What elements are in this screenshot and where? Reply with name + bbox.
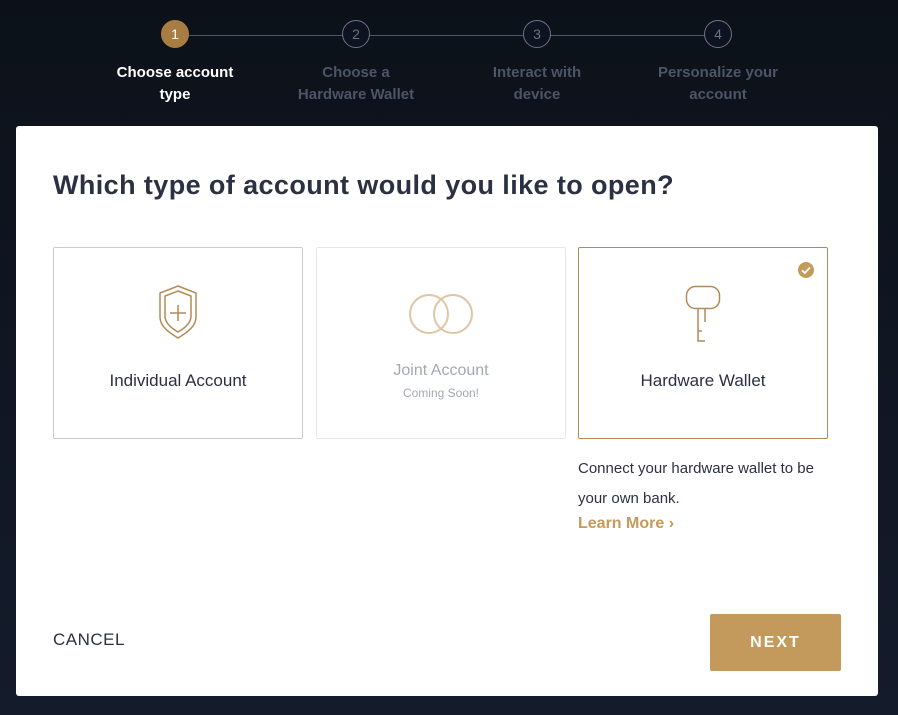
step-1-label: Choose account type (116, 64, 234, 103)
stepper-connector (175, 35, 718, 36)
joint-account-label: Joint Account (393, 362, 489, 379)
next-button[interactable]: NEXT (710, 614, 841, 671)
account-type-modal: Which type of account would you like to … (16, 126, 878, 696)
joint-account-option: Joint Account Coming Soon! (316, 247, 566, 439)
step-3-number: 3 (523, 20, 551, 48)
cancel-button[interactable]: CANCEL (53, 630, 125, 650)
individual-account-label: Individual Account (109, 371, 247, 390)
shield-plus-icon (54, 284, 302, 340)
rings-icon (317, 292, 565, 336)
coming-soon-label: Coming Soon! (402, 386, 480, 400)
step-2-label: Choose a Hardware Wallet (297, 64, 415, 103)
step-2-number: 2 (342, 20, 370, 48)
step-4: 4 Personalize your account (638, 20, 798, 106)
hardware-wallet-label: Hardware Wallet (640, 371, 766, 390)
step-3-label: Interact with device (492, 64, 582, 103)
step-2: 2 Choose a Hardware Wallet (276, 20, 436, 106)
key-icon (579, 285, 827, 345)
step-4-label: Personalize your account (657, 64, 779, 103)
checkmark-icon (797, 261, 815, 284)
step-1: 1 Choose account type (95, 20, 255, 106)
progress-stepper: 1 Choose account type 2 Choose a Hardwar… (0, 0, 898, 126)
step-3: 3 Interact with device (457, 20, 617, 106)
learn-more-link[interactable]: Learn More › (578, 515, 674, 533)
individual-account-option[interactable]: Individual Account (53, 247, 303, 439)
step-1-number: 1 (161, 20, 189, 48)
hardware-wallet-description: Connect your hardware wallet to be your … (578, 460, 814, 507)
hardware-wallet-option[interactable]: Hardware Wallet (578, 247, 828, 439)
step-4-number: 4 (704, 20, 732, 48)
modal-title: Which type of account would you like to … (53, 170, 675, 200)
